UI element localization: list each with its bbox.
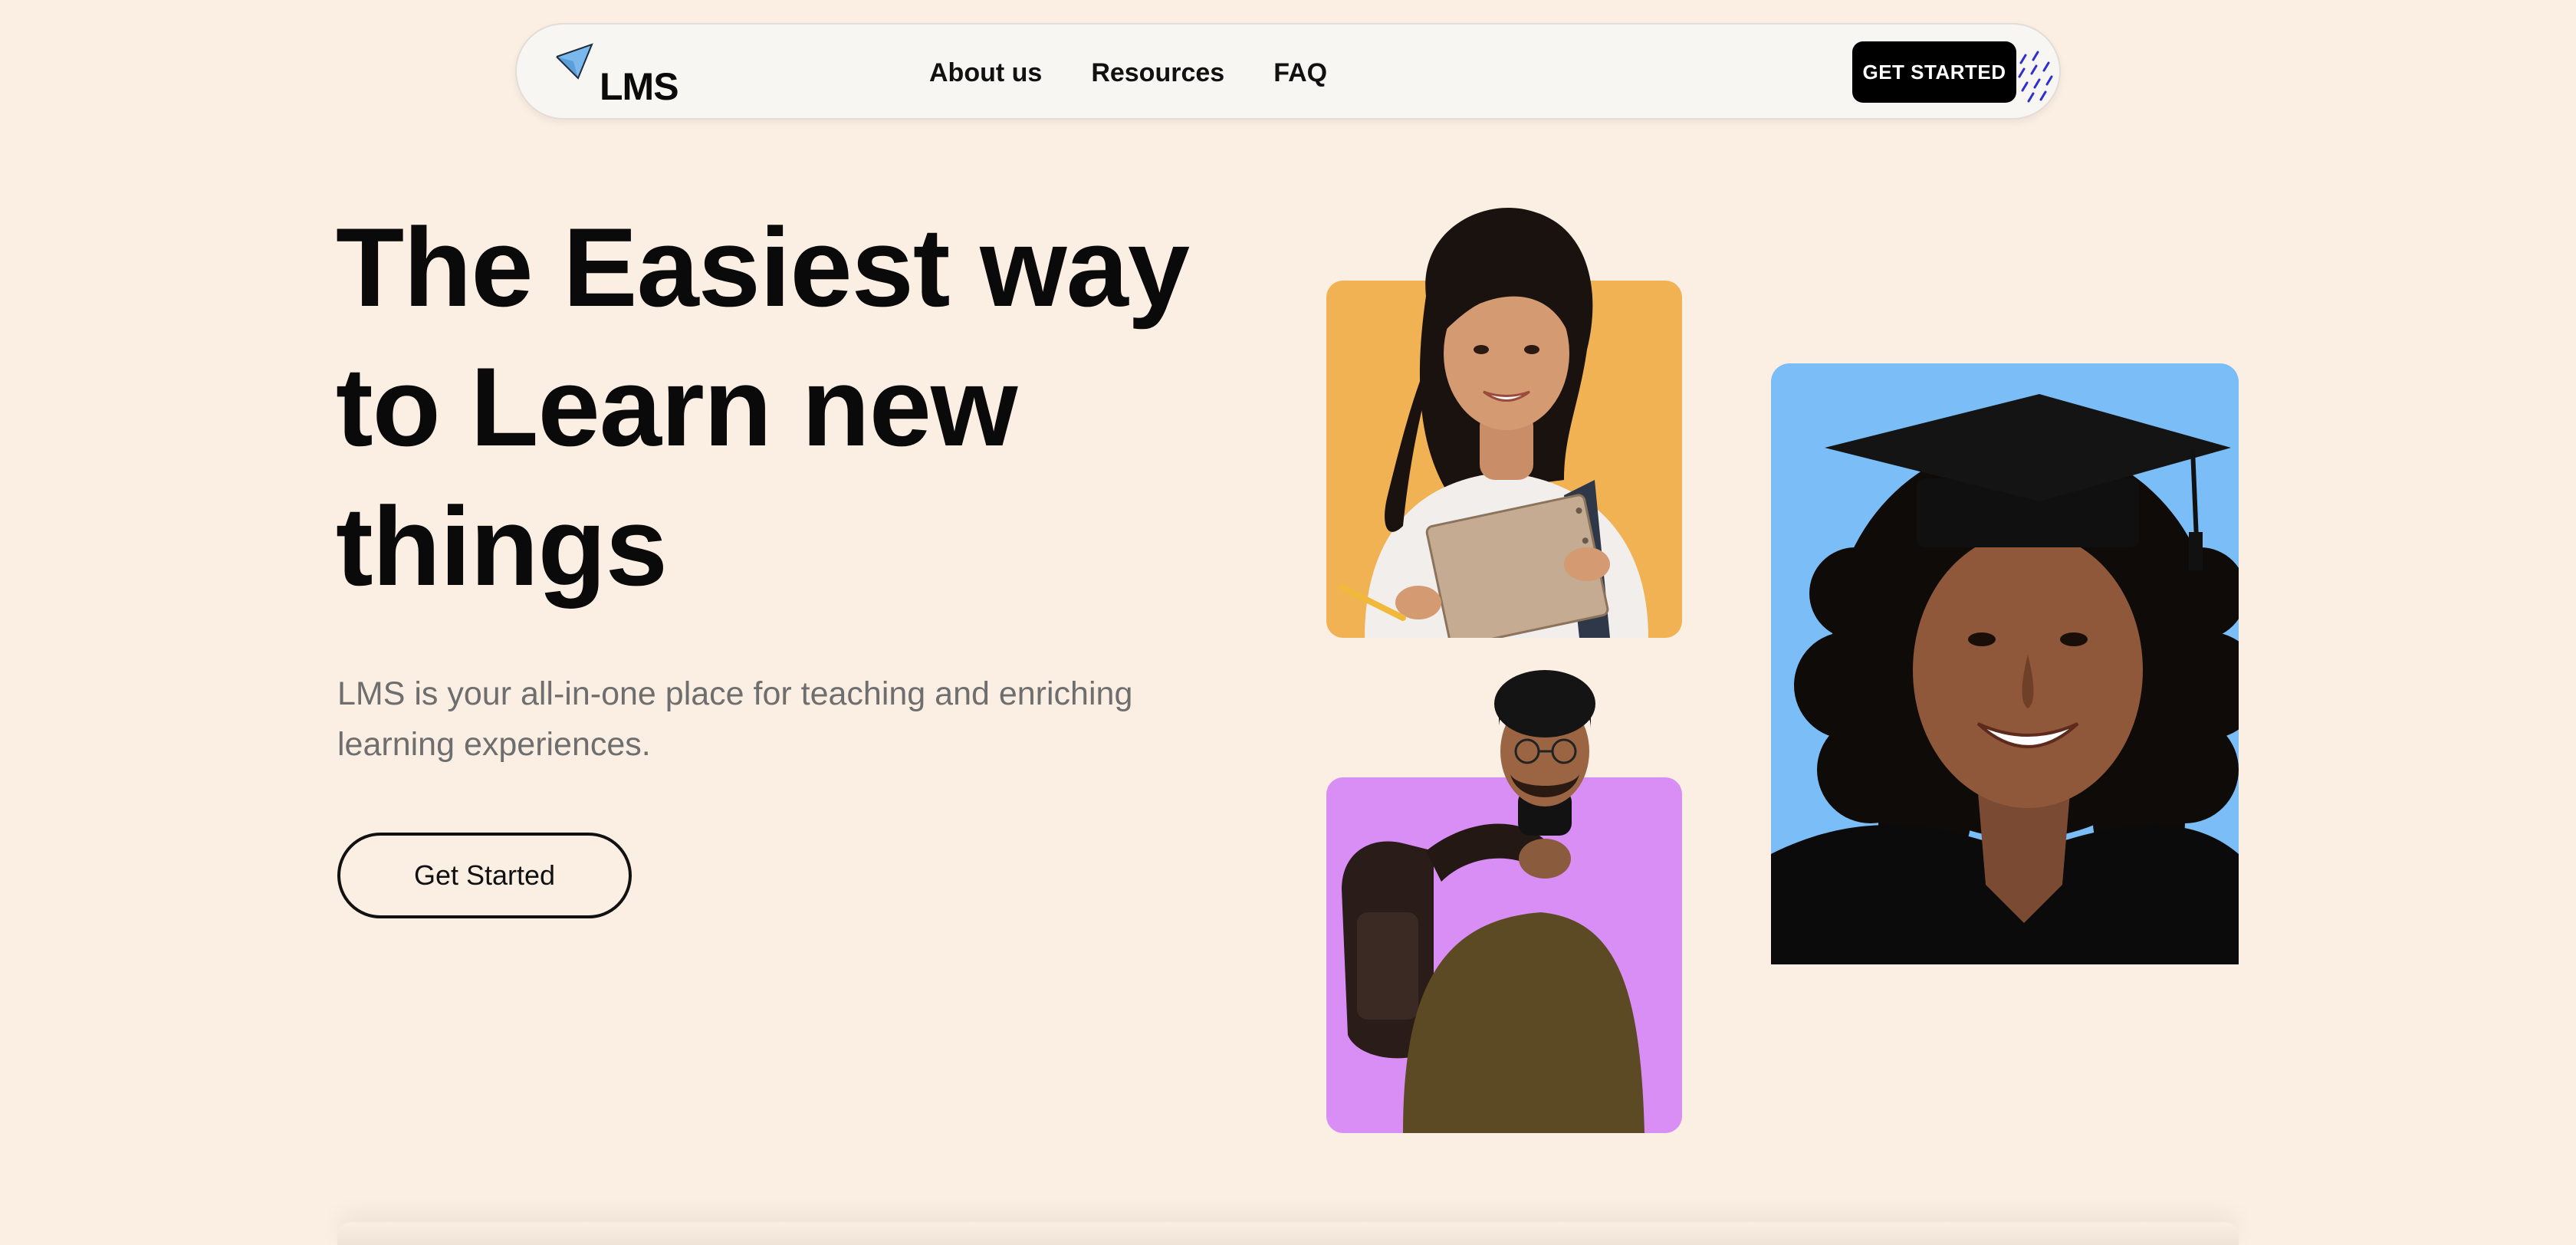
top-navbar: LMS About us Resources FAQ GET STARTED <box>515 23 2061 120</box>
student-with-backpack-illustration <box>1342 670 1644 1133</box>
student-with-notebook-photo <box>1326 207 1682 638</box>
hero-headline: The Easiest way to Learn new things <box>336 198 1256 616</box>
headline-line-2-suffix: new <box>770 344 1018 469</box>
nav-link-about-us[interactable]: About us <box>929 58 1042 88</box>
student-with-notebook-illustration <box>1339 207 1648 638</box>
next-section-edge <box>337 1222 2239 1245</box>
logo[interactable]: LMS <box>555 40 679 109</box>
decorative-dash-pattern <box>2018 51 2053 103</box>
graduate-illustration <box>1771 394 2239 964</box>
paper-plane-icon <box>556 43 593 80</box>
nav-link-resources[interactable]: Resources <box>1091 58 1224 88</box>
landing-page: LMS About us Resources FAQ GET STARTED T… <box>0 0 2576 1245</box>
graduate-photo <box>1771 363 2239 964</box>
headline-line-1: The Easiest way <box>336 205 1190 330</box>
headline-line-2-prefix: to <box>336 344 471 469</box>
hero-subtitle: LMS is your all-in-one place for teachin… <box>337 675 1133 763</box>
get-started-button[interactable]: Get Started <box>337 833 632 918</box>
highlighted-word-text: Learn <box>470 344 772 469</box>
get-started-nav-button[interactable]: GET STARTED <box>1852 41 2016 103</box>
headline-line-2: to Learn new <box>336 337 1256 486</box>
nav-link-faq[interactable]: FAQ <box>1273 58 1327 88</box>
headline-line-3: things <box>336 484 668 609</box>
nav-links: About us Resources FAQ <box>929 58 1327 88</box>
student-with-backpack-photo <box>1326 670 1682 1133</box>
logo-text: LMS <box>600 65 679 108</box>
highlighted-word: Learn <box>470 337 772 486</box>
